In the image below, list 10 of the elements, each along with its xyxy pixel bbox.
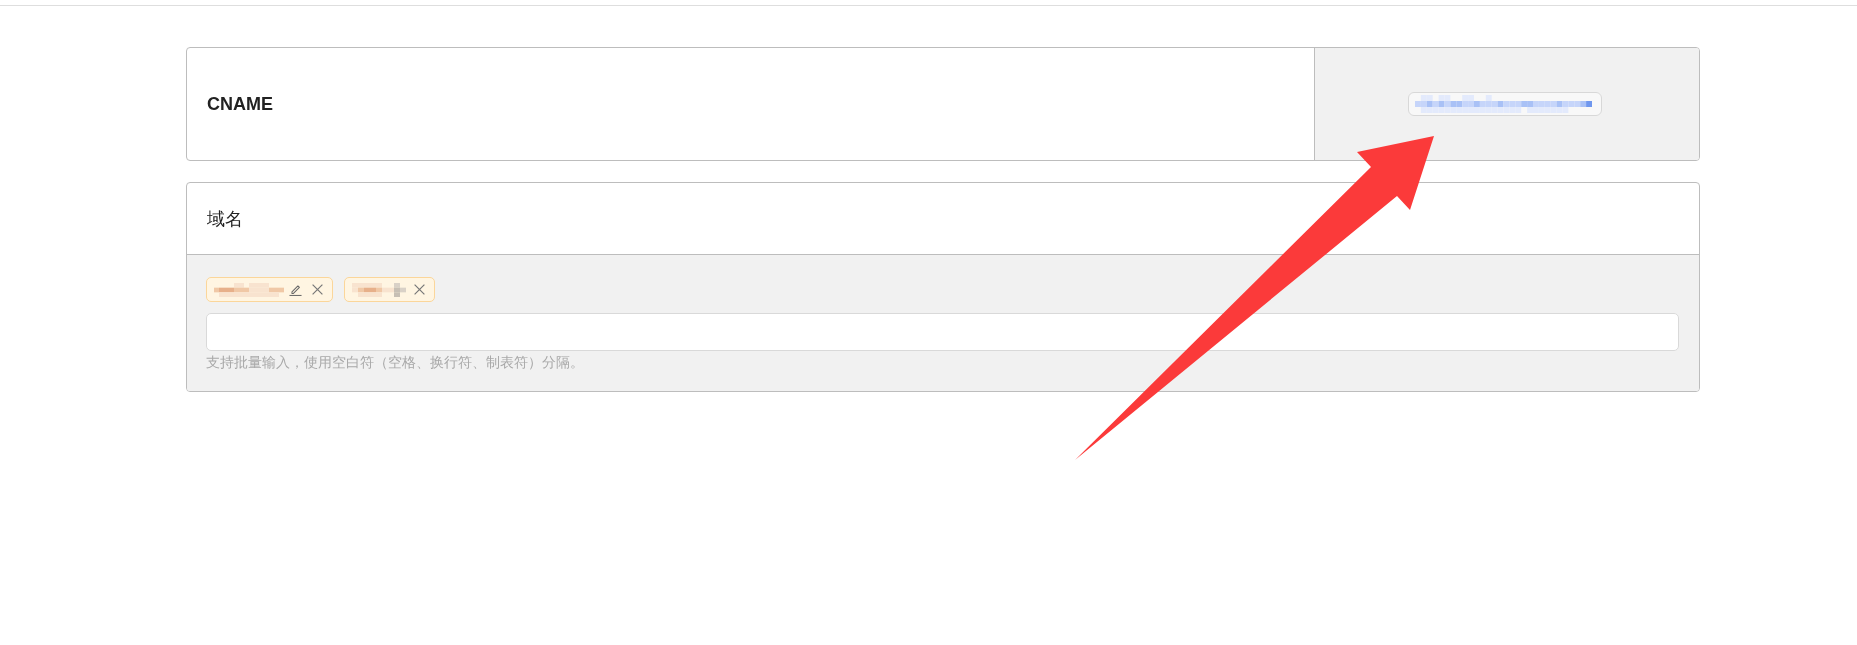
hint-text: 支持批量输入，使用空白符（空格、换行符、制表符）分隔。: [206, 353, 584, 371]
domain-input[interactable]: [206, 313, 1679, 351]
close-icon[interactable]: [312, 284, 323, 295]
pixelated-text-icon: [1415, 95, 1592, 113]
pixelated-text-icon: [352, 282, 406, 297]
cname-label: CNAME: [207, 93, 273, 115]
domain-title: 域名: [207, 207, 243, 231]
edit-icon[interactable]: [289, 283, 302, 296]
pixelated-text-icon: [214, 282, 284, 297]
close-icon[interactable]: [414, 284, 425, 295]
